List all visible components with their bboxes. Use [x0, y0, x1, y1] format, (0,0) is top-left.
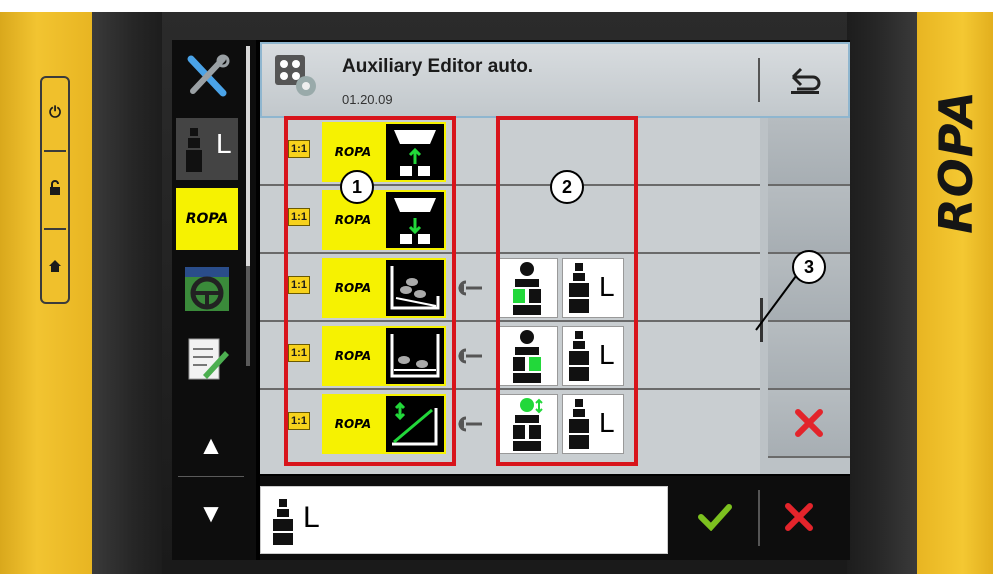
- link-arrow-icon: [456, 276, 484, 300]
- callout-box-2: [496, 116, 638, 466]
- ropa-logo-icon[interactable]: ROPA: [176, 188, 238, 250]
- nav-scroll-thumb[interactable]: [246, 46, 250, 266]
- callout-3-leader: [755, 275, 797, 331]
- nav-divider: [178, 476, 244, 477]
- version-label: 01.20.09: [342, 92, 393, 107]
- unlock-icon[interactable]: [42, 158, 68, 218]
- cancel-x-icon: [785, 503, 813, 531]
- notepad-icon[interactable]: [176, 328, 238, 390]
- left-bezel: [92, 12, 162, 574]
- scroll-cell[interactable]: [768, 118, 850, 186]
- bottom-divider: [758, 490, 760, 546]
- callout-1: 1: [340, 170, 374, 204]
- checkmark-icon: [698, 504, 732, 531]
- callout-box-1: [284, 116, 456, 466]
- scroll-down-button[interactable]: ▼: [176, 488, 246, 538]
- link-arrow-icon: [456, 412, 484, 436]
- device-frame: ⏻ ROPA L ROPA ▲ ▼ Auxiliary Editor auto.…: [0, 12, 993, 574]
- hw-divider: [44, 150, 66, 152]
- scroll-up-button[interactable]: ▲: [176, 420, 246, 470]
- bottom-bar: L: [260, 476, 850, 560]
- display-screen: L ROPA ▲ ▼ Auxiliary Editor auto. 01.20.…: [172, 40, 850, 560]
- callout-2: 2: [550, 170, 584, 204]
- input-value: L: [303, 501, 320, 534]
- power-icon[interactable]: ⏻: [42, 82, 68, 142]
- nav-joystick-label: L: [216, 128, 232, 159]
- nav-scrollbar[interactable]: [246, 46, 250, 366]
- scroll-cell[interactable]: [768, 186, 850, 254]
- hardware-button-panel: ⏻: [40, 76, 70, 304]
- page-title: Auxiliary Editor auto.: [342, 56, 534, 77]
- back-button[interactable]: [778, 58, 832, 102]
- link-arrow-icon: [456, 344, 484, 368]
- brand-logo: ROPA: [929, 90, 983, 234]
- joystick-L-icon: [273, 499, 293, 545]
- tools-icon[interactable]: [176, 46, 238, 108]
- right-bezel: [847, 12, 917, 574]
- delete-button[interactable]: [768, 390, 850, 458]
- cancel-button[interactable]: [774, 492, 824, 542]
- header-divider: [758, 58, 760, 102]
- home-icon[interactable]: [42, 236, 68, 296]
- confirm-button[interactable]: [690, 492, 740, 542]
- delete-x-icon: [795, 409, 823, 437]
- assignment-input[interactable]: L: [260, 486, 668, 554]
- hw-divider: [44, 228, 66, 230]
- joystick-L-icon[interactable]: L: [176, 118, 238, 180]
- side-nav: L ROPA ▲ ▼: [172, 40, 256, 560]
- back-arrow-icon: [791, 67, 821, 94]
- steering-wheel-icon[interactable]: [176, 258, 238, 320]
- editor-panel: Auxiliary Editor auto. 01.20.09 1:1 ROPA: [260, 42, 850, 474]
- panel-header: Auxiliary Editor auto. 01.20.09: [260, 42, 850, 118]
- auxiliary-editor-icon: [274, 54, 318, 98]
